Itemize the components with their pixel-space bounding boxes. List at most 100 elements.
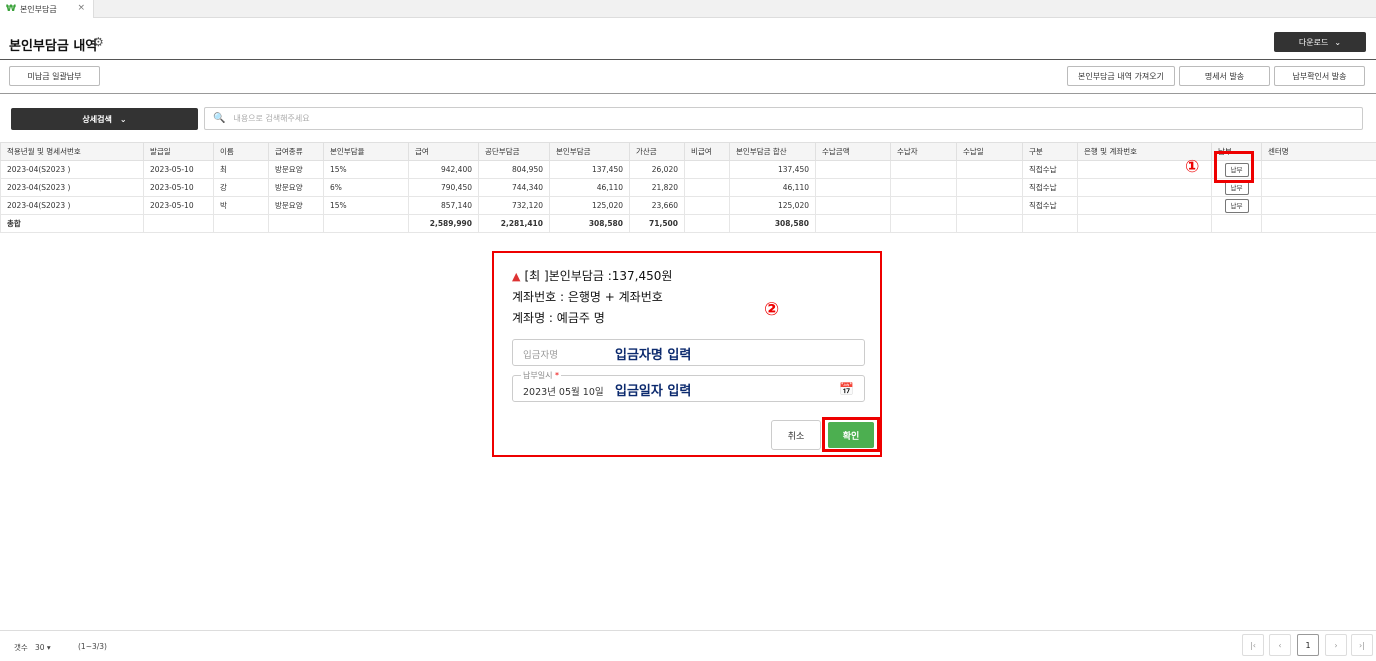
download-label: 다운로드 [1298, 37, 1329, 47]
dialog-account-holder: 계좌명 : 예금주 명 [512, 311, 605, 325]
detail-search-button[interactable]: 상세검색 ⌄ [11, 108, 198, 130]
col-header[interactable]: 센터명 [1261, 142, 1376, 161]
tab-copayment[interactable]: ₩ 본인부담금 × [0, 0, 94, 18]
search-input[interactable] [233, 114, 834, 123]
payment-date-legend: 납부일시 * [521, 370, 561, 381]
page-1-button[interactable]: 1 [1297, 634, 1319, 656]
cell [684, 196, 730, 215]
cell: 21,820 [629, 178, 685, 197]
cell: 2023-04(S2023 ) [0, 196, 144, 215]
cell: 46,110 [549, 178, 630, 197]
cell [890, 196, 957, 215]
payment-date-value: 2023년 05월 10일 [523, 387, 604, 398]
cell [1077, 178, 1212, 197]
cell: 납부 [1211, 196, 1262, 215]
search-box: 🔍 [204, 107, 1363, 130]
search-icon: 🔍 [213, 113, 226, 124]
col-header[interactable]: 수납일 [956, 142, 1023, 161]
annotation-marker-2: ② [764, 299, 780, 320]
cell: 857,140 [408, 196, 479, 215]
cell: 총합 [0, 214, 144, 233]
next-page-button[interactable]: › [1325, 634, 1347, 656]
col-header[interactable]: 구분 [1022, 142, 1078, 161]
table-row[interactable]: 2023-04(S2023 ) 2023-05-10 박 방문요양 15% 85… [0, 196, 1376, 215]
col-header[interactable]: 공단부담금 [478, 142, 550, 161]
depositor-field[interactable]: 입금자명 입금자명 입력 [512, 339, 865, 366]
cell: 744,340 [478, 178, 550, 197]
prev-page-button[interactable]: ‹ [1269, 634, 1291, 656]
cell: 직접수납 [1022, 196, 1078, 215]
cancel-button[interactable]: 취소 [771, 420, 821, 450]
cell [143, 214, 214, 233]
cell [213, 214, 269, 233]
col-header[interactable]: 가산금 [629, 142, 685, 161]
col-header[interactable]: 본인부담금 [549, 142, 630, 161]
cell: 137,450 [729, 160, 816, 179]
tab-label: 본인부담금 [19, 4, 57, 14]
rows-per-page[interactable]: 갯수 30 ▾ [14, 642, 51, 653]
cell [1077, 196, 1212, 215]
send-statement-button[interactable]: 명세서 발송 [1179, 66, 1270, 86]
chevron-down-icon: ▾ [46, 643, 51, 652]
cell [684, 178, 730, 197]
col-header[interactable]: 이름 [213, 142, 269, 161]
col-header[interactable]: 발급일 [143, 142, 214, 161]
dialog-amount-line: ▲ [최 ]본인부담금 :137,450원 [512, 267, 672, 284]
col-header[interactable]: 수납금액 [815, 142, 891, 161]
payment-date-field[interactable]: 납부일시 * 2023년 05월 10일 입금일자 입력 📅 [512, 370, 865, 402]
send-payment-confirmation-button[interactable]: 납부확인서 발송 [1274, 66, 1365, 86]
cell: 2023-04(S2023 ) [0, 160, 144, 179]
dialog-amount-text: [최 ]본인부담금 :137,450원 [524, 269, 673, 283]
cell: 125,020 [729, 196, 816, 215]
table-row[interactable]: 2023-04(S2023 ) 2023-05-10 강 방문요양 6% 790… [0, 178, 1376, 197]
cell: 방문요양 [268, 178, 324, 197]
cell: 71,500 [629, 214, 685, 233]
table-header-row: 적용년월 및 명세서번호 발급일 이름 급여종류 본인부담율 급여 공단부담금 … [0, 142, 1376, 161]
col-header[interactable]: 급여종류 [268, 142, 324, 161]
cell [268, 214, 324, 233]
cell [815, 178, 891, 197]
last-page-button[interactable]: ›| [1351, 634, 1373, 656]
calendar-icon[interactable]: 📅 [839, 382, 854, 396]
payment-date-label: 납부일시 [523, 371, 553, 380]
col-header[interactable]: 비급여 [684, 142, 730, 161]
depositor-placeholder: 입금자명 [523, 350, 558, 361]
col-header[interactable]: 적용년월 및 명세서번호 [0, 142, 144, 161]
cell: 732,120 [478, 196, 550, 215]
close-icon[interactable]: × [77, 3, 85, 13]
unpaid-bulk-pay-button[interactable]: 미납금 일괄납부 [9, 66, 100, 86]
cell: 강 [213, 178, 269, 197]
cell [1261, 178, 1376, 197]
cell: 804,950 [478, 160, 550, 179]
import-copayment-button[interactable]: 본인부담금 내역 가져오기 [1067, 66, 1175, 86]
cell: 박 [213, 196, 269, 215]
col-header[interactable]: 본인부담금 합산 [729, 142, 816, 161]
cell: 137,450 [549, 160, 630, 179]
dialog-account-number: 계좌번호 : 은행명 + 계좌번호 [512, 290, 663, 304]
table-row[interactable]: 2023-04(S2023 ) 2023-05-10 최 방문요양 15% 94… [0, 160, 1376, 179]
cell [956, 160, 1023, 179]
first-page-button[interactable]: |‹ [1242, 634, 1264, 656]
download-button[interactable]: 다운로드 ⌄ [1274, 32, 1366, 52]
cell [1022, 214, 1078, 233]
required-mark: * [555, 371, 559, 380]
col-header[interactable]: 본인부담율 [323, 142, 409, 161]
chevron-down-icon: ⌄ [119, 114, 127, 124]
cell: 2,589,990 [408, 214, 479, 233]
cell: 942,400 [408, 160, 479, 179]
cell: 최 [213, 160, 269, 179]
cell: 125,020 [549, 196, 630, 215]
cell [815, 160, 891, 179]
pay-button[interactable]: 납부 [1224, 198, 1249, 213]
cell: 2,281,410 [478, 214, 550, 233]
cell: 방문요양 [268, 196, 324, 215]
gear-icon[interactable]: ⚙ [93, 35, 104, 49]
cell: 308,580 [549, 214, 630, 233]
cell: 방문요양 [268, 160, 324, 179]
col-header[interactable]: 수납자 [890, 142, 957, 161]
col-header[interactable]: 급여 [408, 142, 479, 161]
cell [890, 160, 957, 179]
payment-date-hint: 입금일자 입력 [615, 384, 692, 399]
confirm-button[interactable]: 확인 [828, 422, 874, 448]
cell: 직접수납 [1022, 160, 1078, 179]
